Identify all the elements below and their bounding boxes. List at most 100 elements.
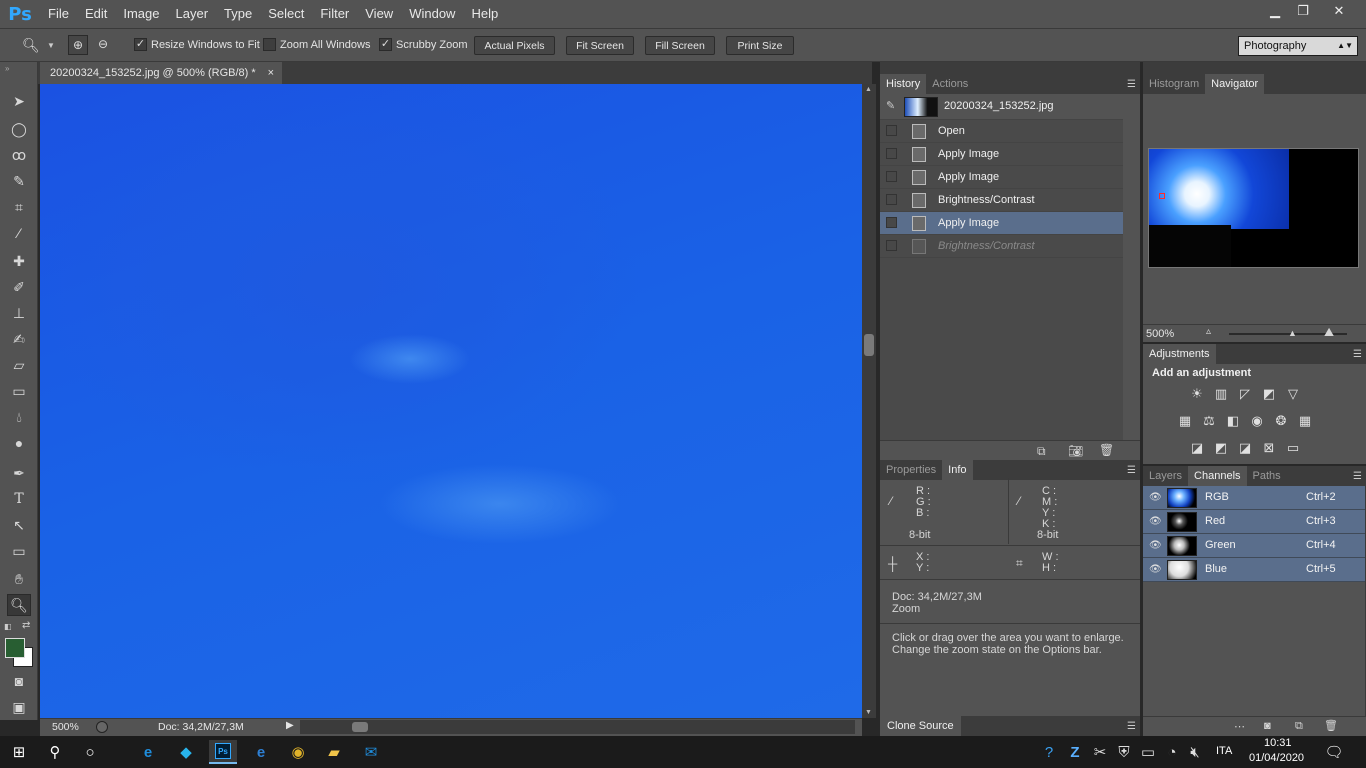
visibility-eye-icon[interactable]: 👁︎ — [1149, 564, 1162, 575]
clock-date[interactable]: 01/04/2020 — [1249, 752, 1304, 764]
volume-muted-icon[interactable]: 🔇︎ — [1181, 740, 1209, 764]
history-snapshot-checkbox[interactable] — [886, 217, 897, 228]
curves-icon[interactable]: ◸ — [1236, 386, 1254, 402]
menu-type[interactable]: Type — [216, 0, 260, 28]
tab-channels[interactable]: Channels — [1188, 466, 1247, 486]
history-snapshot-checkbox[interactable] — [886, 194, 897, 205]
history-item[interactable]: Apply Image — [880, 143, 1123, 166]
menu-select[interactable]: Select — [260, 0, 312, 28]
quick-selection-icon[interactable]: ✎ — [7, 170, 31, 192]
channel-row-red[interactable]: 👁︎ Red Ctrl+3 — [1143, 510, 1365, 534]
file-explorer-icon[interactable]: ▰ — [320, 740, 348, 764]
zoom-tool-icon[interactable]: 🔍︎ — [7, 594, 31, 616]
save-selection-icon[interactable]: ◙ — [1264, 720, 1271, 732]
crop-tool-icon[interactable]: ⌗ — [7, 196, 31, 218]
foreground-color-swatch[interactable] — [5, 638, 25, 658]
menu-layer[interactable]: Layer — [168, 0, 217, 28]
resize-windows-checkbox[interactable]: ✓ Resize Windows to Fit — [134, 38, 260, 51]
history-snapshot-checkbox[interactable] — [886, 125, 897, 136]
new-document-from-state-icon[interactable]: ⧉ — [1037, 444, 1046, 459]
selective-color-icon[interactable]: ⊠ — [1260, 440, 1278, 456]
history-scrollbar[interactable] — [1123, 94, 1140, 440]
lasso-tool-icon[interactable]: ꝏ — [7, 144, 31, 166]
pen-tool-icon[interactable]: ✒ — [7, 462, 31, 484]
gradient-tool-icon[interactable]: ▭ — [7, 380, 31, 402]
panel-menu-icon[interactable]: ☰ — [1353, 471, 1362, 482]
history-item[interactable]: Open — [880, 120, 1123, 143]
fit-screen-button[interactable]: Fit Screen — [566, 36, 634, 55]
slider-thumb-icon[interactable]: ▲ — [1288, 328, 1297, 338]
help-icon[interactable]: ? — [1035, 740, 1063, 764]
camera-snapshot-icon[interactable]: 📷︎ — [1068, 444, 1083, 458]
type-tool-icon[interactable]: T — [7, 488, 31, 510]
tab-clone-source[interactable]: Clone Source — [880, 716, 961, 736]
screen-mode-icon[interactable]: ▣ — [7, 696, 31, 718]
quick-mask-icon[interactable]: ◙ — [7, 670, 31, 692]
vertical-scrollbar[interactable]: ▲ ▼ — [862, 84, 876, 718]
channel-mixer-icon[interactable]: ❂ — [1272, 413, 1290, 429]
cortana-icon[interactable]: ○ — [76, 740, 104, 764]
black-white-icon[interactable]: ◧ — [1224, 413, 1242, 429]
clone-stamp-icon[interactable]: ⊥ — [7, 302, 31, 324]
tab-info[interactable]: Info — [942, 460, 973, 480]
menu-image[interactable]: Image — [115, 0, 167, 28]
app-icon[interactable]: ◆ — [172, 740, 200, 764]
eraser-tool-icon[interactable]: ▱ — [7, 354, 31, 376]
clock-time[interactable]: 10:31 — [1264, 737, 1292, 749]
levels-icon[interactable]: ▥ — [1212, 386, 1230, 402]
horizontal-scrollbar[interactable] — [300, 720, 855, 734]
load-selection-icon[interactable]: ⋯ — [1234, 720, 1245, 733]
visibility-eye-icon[interactable]: 👁︎ — [1149, 492, 1162, 503]
tab-history[interactable]: History — [880, 74, 927, 94]
navigator-thumbnail[interactable] — [1148, 148, 1359, 268]
panel-menu-icon[interactable]: ☰ — [1127, 721, 1136, 732]
dodge-tool-icon[interactable]: ● — [7, 432, 31, 454]
new-channel-icon[interactable]: ⧉ — [1295, 720, 1303, 733]
status-menu-arrow-icon[interactable]: ▶ — [286, 720, 294, 731]
menu-file[interactable]: File — [40, 0, 77, 28]
channel-row-blue[interactable]: 👁︎ Blue Ctrl+5 — [1143, 558, 1365, 582]
menu-view[interactable]: View — [357, 0, 401, 28]
internet-explorer-icon[interactable]: e — [247, 740, 275, 764]
trash-icon[interactable]: 🗑︎ — [1099, 443, 1114, 457]
fill-screen-button[interactable]: Fill Screen — [645, 36, 715, 55]
elliptical-marquee-icon[interactable]: ◯ — [7, 118, 31, 140]
language-indicator[interactable]: ITA — [1216, 745, 1232, 757]
workspace-select[interactable]: Photography ▲▼ — [1238, 36, 1358, 56]
color-balance-icon[interactable]: ⚖ — [1200, 413, 1218, 429]
panel-menu-icon[interactable]: ☰ — [1127, 79, 1136, 90]
windows-start-icon[interactable]: ⊞ — [5, 740, 33, 764]
menu-help[interactable]: Help — [463, 0, 506, 28]
visibility-eye-icon[interactable]: 👁︎ — [1149, 540, 1162, 551]
zoom-in-mountain-icon[interactable]: ⛰︎ — [1324, 325, 1334, 340]
status-info-icon[interactable] — [96, 721, 108, 733]
photo-filter-icon[interactable]: ◉ — [1248, 413, 1266, 429]
trash-icon[interactable]: 🗑︎ — [1324, 719, 1338, 732]
history-brush-icon[interactable]: ✍ — [7, 328, 31, 350]
swap-colors-icon[interactable]: ⇄ — [22, 620, 30, 631]
zoom-all-windows-checkbox[interactable]: Zoom All Windows — [263, 38, 370, 51]
history-snapshot[interactable]: ✎ 20200324_153252.jpg — [880, 94, 1123, 120]
print-size-button[interactable]: Print Size — [726, 36, 794, 55]
tab-histogram[interactable]: Histogram — [1143, 74, 1205, 94]
panel-menu-icon[interactable]: ☰ — [1127, 465, 1136, 476]
zoom-out-mountain-icon[interactable]: ▵ — [1206, 326, 1211, 337]
menu-edit[interactable]: Edit — [77, 0, 115, 28]
tab-actions[interactable]: Actions — [926, 74, 974, 94]
horizontal-scroll-thumb[interactable] — [352, 722, 368, 732]
document-tab[interactable]: 20200324_153252.jpg @ 500% (RGB/8) * × — [40, 62, 282, 84]
minimize-button[interactable]: ▁ — [1260, 0, 1290, 22]
image-canvas[interactable] — [40, 84, 862, 718]
navigator-view-box[interactable] — [1159, 193, 1165, 199]
tab-paths[interactable]: Paths — [1247, 466, 1287, 486]
history-item[interactable]: Brightness/Contrast — [880, 235, 1123, 258]
history-item[interactable]: Apply Image — [880, 166, 1123, 189]
history-snapshot-checkbox[interactable] — [886, 171, 897, 182]
default-colors-icon[interactable]: ◧ — [4, 622, 12, 631]
menu-filter[interactable]: Filter — [312, 0, 357, 28]
zoom-level[interactable]: 500% — [52, 721, 79, 733]
scrubby-zoom-checkbox[interactable]: ✓ Scrubby Zoom — [379, 38, 468, 51]
search-icon[interactable]: ⚲ — [41, 740, 69, 764]
tray-app-icon[interactable]: Z — [1061, 740, 1089, 764]
vertical-scroll-thumb[interactable] — [864, 334, 874, 356]
